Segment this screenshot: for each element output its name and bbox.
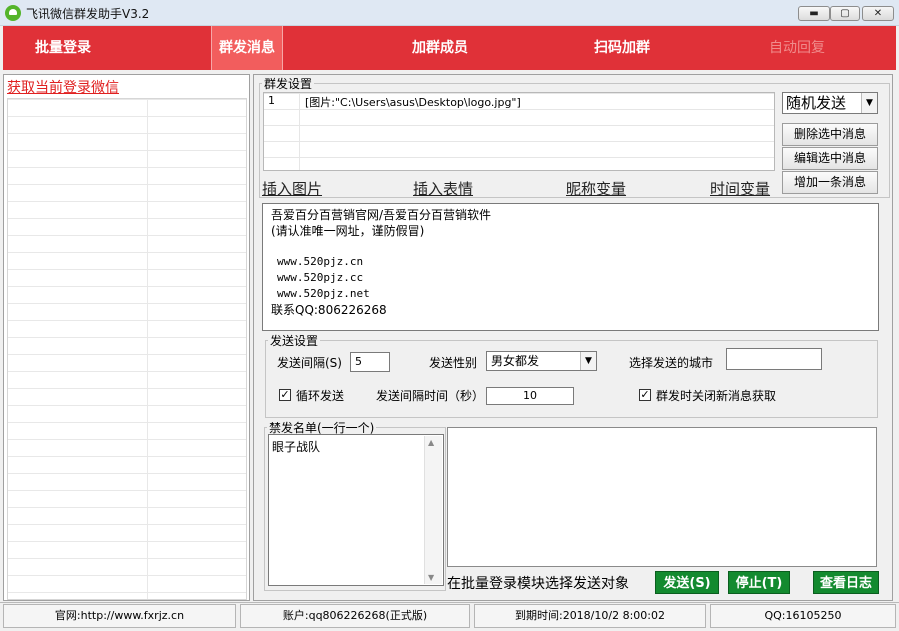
status-expire-time: 到期时间:2018/10/2 8:00:02: [474, 604, 706, 628]
blacklist-textarea[interactable]: 眼子战队: [268, 434, 444, 586]
wechat-account-list[interactable]: [7, 98, 247, 600]
message-editor[interactable]: 吾爱百分百营销官网/吾爱百分百营销软件 (请认准唯一网址，谨防假冒) www.5…: [262, 203, 879, 331]
editor-line: 联系QQ:806226268: [271, 303, 387, 317]
send-settings: 发送设置: [265, 332, 878, 418]
send-city-label: 选择发送的城市: [629, 356, 714, 370]
tab-scan-join[interactable]: 扫码加群: [562, 26, 682, 70]
delete-selected-button[interactable]: 删除选中消息: [782, 123, 878, 146]
window-title: 飞讯微信群发助手V3.2: [26, 7, 150, 21]
scroll-down-icon[interactable]: ▼: [428, 573, 434, 582]
minimize-button[interactable]: ▬: [798, 6, 830, 21]
send-gender-label: 发送性别: [429, 356, 478, 370]
status-account: 账户:qq806226268(正式版): [240, 604, 470, 628]
nickname-variable-link[interactable]: 昵称变量: [566, 178, 626, 199]
editor-line: www.520pjz.cc: [277, 271, 364, 284]
group-send-legend: 群发设置: [264, 77, 313, 91]
scroll-up-icon[interactable]: ▲: [428, 438, 434, 447]
chevron-down-icon[interactable]: ▼: [580, 352, 596, 370]
tab-auto-reply[interactable]: 自动回复: [752, 26, 842, 70]
insert-image-link[interactable]: 插入图片: [262, 178, 322, 199]
send-mode-value: 随机发送: [786, 94, 847, 112]
edit-selected-button[interactable]: 编辑选中消息: [782, 147, 878, 170]
send-mode-select[interactable]: 随机发送 ▼: [782, 92, 878, 114]
send-gender-value: 男女都发: [491, 354, 540, 368]
tab-add-members[interactable]: 加群成员: [380, 26, 500, 70]
editor-line: 吾爱百分百营销官网/吾爱百分百营销软件: [271, 208, 492, 222]
tab-group-send[interactable]: 群发消息: [211, 26, 283, 70]
message-row-index: 1: [268, 94, 275, 107]
maximize-icon: ▢: [840, 8, 850, 19]
send-target-hint: 在批量登录模块选择发送对象: [447, 576, 629, 592]
minimize-icon: ▬: [809, 8, 819, 19]
close-msg-checkbox[interactable]: ✓: [639, 389, 651, 401]
blacklist-scrollbar[interactable]: ▲ ▼: [424, 436, 442, 584]
interval-time-input[interactable]: 10: [486, 387, 574, 405]
editor-line: (请认准唯一网址，谨防假冒): [271, 224, 425, 238]
app-logo-icon: [5, 5, 21, 21]
editor-line: www.520pjz.net: [277, 287, 370, 300]
add-message-button[interactable]: 增加一条消息: [782, 171, 878, 194]
loop-send-label: 循环发送: [296, 389, 345, 403]
status-website: 官网:http://www.fxrjz.cn: [3, 604, 236, 628]
stop-button[interactable]: 停止(T): [728, 571, 790, 594]
time-variable-link[interactable]: 时间变量: [710, 178, 770, 199]
send-settings-legend: 发送设置: [270, 334, 319, 348]
tab-batch-login[interactable]: 批量登录: [3, 26, 123, 70]
message-row-text[interactable]: [图片:"C:\Users\asus\Desktop\logo.jpg"]: [305, 94, 521, 110]
chevron-down-icon[interactable]: ▼: [861, 93, 877, 113]
status-qq: QQ:16105250: [710, 604, 896, 628]
close-msg-label: 群发时关闭新消息获取: [656, 389, 777, 403]
send-interval-label: 发送间隔(S): [277, 356, 342, 370]
editor-line: www.520pjz.cn: [277, 255, 364, 268]
close-icon: ✕: [873, 8, 883, 19]
get-logged-in-wechat-link[interactable]: 获取当前登录微信: [7, 77, 119, 97]
send-button[interactable]: 发送(S): [655, 571, 719, 594]
send-gender-select[interactable]: 男女都发 ▼: [486, 351, 597, 371]
log-output-area[interactable]: [447, 427, 877, 567]
send-city-input[interactable]: [726, 348, 822, 370]
close-button[interactable]: ✕: [862, 6, 894, 21]
loop-send-checkbox[interactable]: ✓: [279, 389, 291, 401]
send-interval-input[interactable]: 5: [350, 352, 390, 372]
interval-time-label: 发送间隔时间（秒）: [376, 389, 485, 403]
maximize-button[interactable]: ▢: [830, 6, 860, 21]
insert-emoji-link[interactable]: 插入表情: [413, 178, 473, 199]
view-log-button[interactable]: 查看日志: [813, 571, 879, 594]
